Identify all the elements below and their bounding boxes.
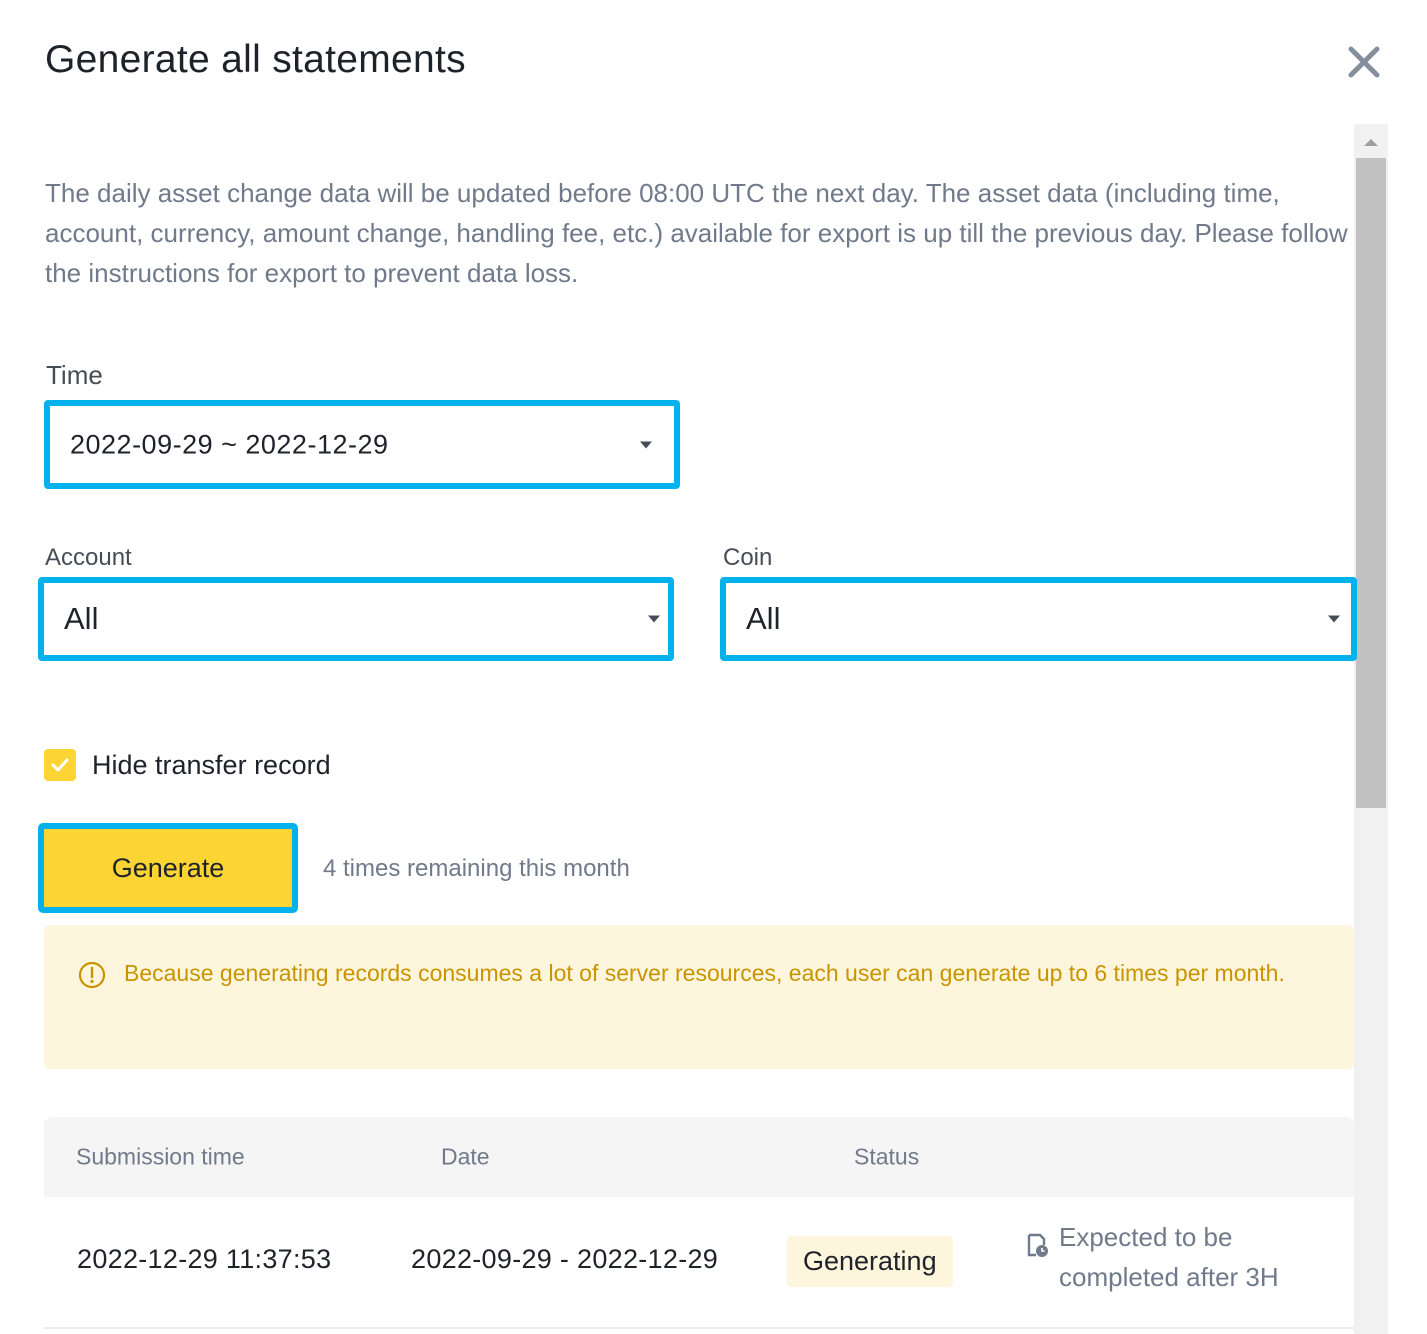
time-select-value: 2022-09-29 ~ 2022-12-29	[70, 429, 389, 459]
column-header-status: Status	[854, 1143, 920, 1170]
account-select-value: All	[64, 601, 99, 636]
expected-completion-text: Expected to be completed after 3H	[1059, 1222, 1279, 1292]
caret-down-icon	[1328, 615, 1340, 623]
coin-select[interactable]: All	[720, 577, 1357, 661]
table-header: Submission time Date Status	[44, 1117, 1354, 1197]
generate-button[interactable]: Generate	[38, 823, 298, 913]
close-icon	[1348, 46, 1380, 78]
info-circle-icon	[78, 961, 106, 989]
generate-statements-dialog: Generate all statements The daily asset …	[0, 0, 1427, 1334]
coin-label: Coin	[723, 544, 773, 571]
hide-transfer-record-toggle[interactable]: Hide transfer record	[44, 748, 331, 782]
time-label: Time	[46, 360, 103, 390]
table-row: 2022-12-29 11:37:53 2022-09-29 - 2022-12…	[44, 1197, 1354, 1329]
checkmark-icon	[51, 758, 69, 772]
column-header-date: Date	[441, 1143, 490, 1170]
caret-down-icon	[648, 615, 660, 623]
submission-time-cell: 2022-12-29 11:37:53	[77, 1244, 332, 1274]
notice-text: Because generating records consumes a lo…	[124, 960, 1285, 986]
dialog-title: Generate all statements	[45, 38, 466, 81]
notice-banner: Because generating records consumes a lo…	[44, 925, 1354, 1069]
time-select[interactable]: 2022-09-29 ~ 2022-12-29	[44, 400, 680, 489]
scrollbar-thumb[interactable]	[1356, 158, 1386, 808]
description-text: The daily asset change data will be upda…	[45, 178, 1348, 288]
close-button[interactable]	[1342, 40, 1386, 84]
date-cell: 2022-09-29 - 2022-12-29	[411, 1244, 719, 1274]
column-header-submission-time: Submission time	[76, 1143, 245, 1170]
status-badge: Generating	[787, 1236, 953, 1287]
scroll-up-arrow-icon[interactable]	[1354, 124, 1388, 158]
clock-document-icon	[1027, 1233, 1048, 1257]
scrollbar[interactable]	[1354, 124, 1388, 1334]
remaining-count-text: 4 times remaining this month	[323, 855, 630, 882]
account-label: Account	[45, 544, 132, 571]
account-select[interactable]: All	[38, 577, 674, 661]
coin-select-value: All	[746, 601, 781, 636]
hide-transfer-checkbox[interactable]	[44, 749, 76, 781]
hide-transfer-label: Hide transfer record	[92, 749, 331, 780]
caret-down-icon	[640, 441, 652, 448]
